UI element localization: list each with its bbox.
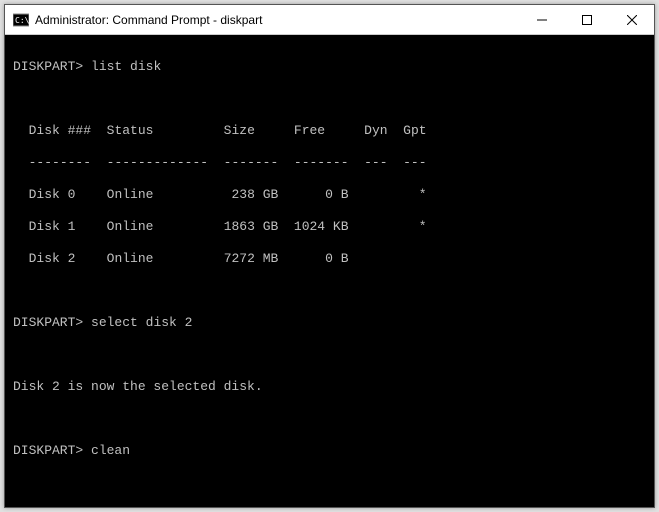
table-underline: -------- ------------- ------- ------- -…	[13, 155, 646, 171]
prompt: DISKPART>	[13, 443, 83, 458]
status-message: Disk 2 is now the selected disk.	[13, 379, 263, 394]
maximize-button[interactable]	[564, 5, 609, 34]
table-row: Disk 2 Online 7272 MB 0 B	[13, 251, 646, 267]
console-output[interactable]: DISKPART> list disk Disk ### Status Size…	[5, 35, 654, 507]
table-row: Disk 1 Online 1863 GB 1024 KB *	[13, 219, 646, 235]
prompt: DISKPART>	[13, 315, 83, 330]
table-header: Disk ### Status Size Free Dyn Gpt	[13, 123, 646, 139]
table-row: Disk 0 Online 238 GB 0 B *	[13, 187, 646, 203]
command-prompt-window: C:\ Administrator: Command Prompt - disk…	[4, 4, 655, 508]
prompt: DISKPART>	[13, 59, 83, 74]
svg-text:C:\: C:\	[15, 16, 29, 25]
command-text: list disk	[91, 59, 161, 74]
command-text: clean	[91, 443, 130, 458]
cmd-icon: C:\	[13, 12, 29, 28]
close-button[interactable]	[609, 5, 654, 34]
window-controls	[519, 5, 654, 34]
command-text: select disk 2	[91, 315, 192, 330]
window-title: Administrator: Command Prompt - diskpart	[35, 13, 519, 27]
minimize-button[interactable]	[519, 5, 564, 34]
titlebar[interactable]: C:\ Administrator: Command Prompt - disk…	[5, 5, 654, 35]
